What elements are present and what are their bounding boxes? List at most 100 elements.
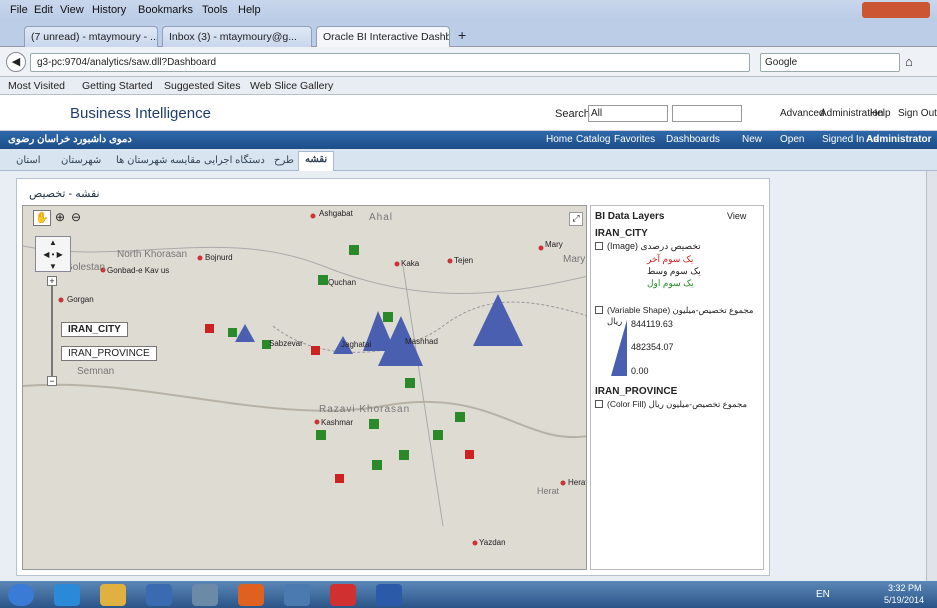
clock-date: 5/19/2014 <box>884 595 925 605</box>
window-controls[interactable] <box>862 2 930 18</box>
fill-layer-checkbox[interactable] <box>595 400 603 408</box>
layers-title: BI Data Layers <box>595 211 665 222</box>
place-label: Ashgabat <box>319 209 353 218</box>
tab-oracle-bi[interactable]: Oracle BI Interactive Dashboard... <box>316 26 450 47</box>
place-label: North Khorasan <box>117 249 188 260</box>
search-scope-select[interactable]: All <box>588 105 668 122</box>
explorer-icon[interactable] <box>100 584 126 606</box>
url-input[interactable]: g3-pc:9704/analytics/saw.dll?Dashboard <box>30 53 750 72</box>
shape-legend-triangle <box>611 320 627 376</box>
city-zoom-level[interactable]: IRAN_CITY <box>61 322 128 337</box>
user-name[interactable]: Administrator <box>866 134 932 145</box>
place-label: Mary <box>563 254 586 265</box>
zoom-out-icon[interactable]: ⊖ <box>71 210 81 224</box>
dashboard-title: دموی داشبورد خراسان رضوی <box>8 134 132 145</box>
nav-catalog[interactable]: Catalog <box>576 134 610 145</box>
zoom-slider-track[interactable] <box>51 286 53 376</box>
brand-title: Business Intelligence <box>70 105 211 122</box>
nav-home[interactable]: Home <box>546 134 573 145</box>
zoom-minus-button[interactable]: − <box>47 376 57 386</box>
start-icon[interactable] <box>8 584 34 606</box>
place-label: Mary <box>545 240 563 249</box>
tab-city[interactable]: شهرستان <box>55 153 107 168</box>
word-icon[interactable] <box>376 584 402 606</box>
city-layer-title: IRAN_CITY <box>595 228 648 239</box>
menu-edit[interactable]: Edit <box>34 4 53 16</box>
data-layers-panel: BI Data Layers View IRAN_CITY (Image) تخ… <box>590 205 764 570</box>
place-label: Jaghatai <box>341 340 372 349</box>
menu-bar: File Edit View History Bookmarks Tools H… <box>0 0 937 22</box>
menu-help[interactable]: Help <box>238 4 261 16</box>
value-max: 844119.63 <box>631 319 673 329</box>
place-label: Yazdan <box>479 538 506 547</box>
menu-bookmarks[interactable]: Bookmarks <box>138 4 193 16</box>
bookmark-web-slice[interactable]: Web Slice Gallery <box>250 80 333 92</box>
pan-control[interactable]: ▲ ◀ • ▶ ▼ <box>35 236 71 272</box>
zoom-in-icon[interactable]: ⊕ <box>55 210 65 224</box>
nav-new[interactable]: New <box>742 134 762 145</box>
link-advanced[interactable]: Advanced <box>780 108 824 119</box>
new-tab-button[interactable]: + <box>458 27 466 43</box>
language-indicator[interactable]: EN <box>816 589 830 600</box>
province-zoom-level[interactable]: IRAN_PROVINCE <box>61 346 157 361</box>
fill-layer-label: (Color Fill) مجموع تخصیص-میلیون ریال <box>607 399 748 409</box>
media-icon[interactable] <box>146 584 172 606</box>
tab-agency[interactable]: دستگاه اجرایی <box>198 153 271 168</box>
collapse-icon[interactable]: ⤢ <box>569 212 583 226</box>
legend-last-third: یک سوم آخر <box>647 254 694 264</box>
bookmark-getting-started[interactable]: Getting Started <box>82 80 153 92</box>
tab-province[interactable]: استان <box>10 153 47 168</box>
place-label: Sabzevar <box>269 339 303 348</box>
tab-map[interactable]: نقشه <box>298 151 335 171</box>
shape-layer-checkbox[interactable] <box>595 306 603 314</box>
place-label: Herat <box>537 486 560 496</box>
web-search-input[interactable]: Google <box>760 53 900 72</box>
tab-compare-cities[interactable]: مقایسه شهرستان ها <box>110 153 207 168</box>
tab-strip: (7 unread) - mtaymoury - ... Inbox (3) -… <box>0 22 937 47</box>
menu-file[interactable]: File <box>10 4 28 16</box>
nav-open[interactable]: Open <box>780 134 804 145</box>
nav-dashboards[interactable]: Dashboards <box>666 134 720 145</box>
page-scrollbar[interactable] <box>926 171 937 581</box>
network-icon[interactable] <box>284 584 310 606</box>
place-label: Ahal <box>369 212 394 223</box>
ie-icon[interactable] <box>54 584 80 606</box>
place-label: Herat <box>568 478 587 487</box>
bi-header: Business Intelligence Search All Advance… <box>0 95 937 131</box>
link-help[interactable]: Help <box>870 108 891 119</box>
map-canvas <box>23 206 586 569</box>
opera-icon[interactable] <box>330 584 356 606</box>
bookmark-most-visited[interactable]: Most Visited <box>8 80 65 92</box>
back-icon[interactable]: ◀ <box>6 52 26 72</box>
bookmark-suggested-sites[interactable]: Suggested Sites <box>164 80 240 92</box>
image-layer-label: (Image) تخصیص درصدی <box>607 241 701 251</box>
place-label: Gorgan <box>67 295 94 304</box>
nav-favorites[interactable]: Favorites <box>614 134 655 145</box>
pan-hand-icon[interactable]: ✋ <box>33 210 51 226</box>
home-icon[interactable]: ⌂ <box>905 54 913 69</box>
menu-view[interactable]: View <box>60 4 84 16</box>
tab-label: (7 unread) - mtaymoury - ... <box>31 31 158 43</box>
zoom-plus-button[interactable]: + <box>47 276 57 286</box>
map-view[interactable]: Ashgabat Ahal Mary Mary Tejen North Khor… <box>22 205 587 570</box>
panel-title: نقشه - تخصیص <box>29 188 100 200</box>
menu-tools[interactable]: Tools <box>202 4 228 16</box>
menu-history[interactable]: History <box>92 4 126 16</box>
link-sign-out[interactable]: Sign Out <box>898 108 937 119</box>
firefox-icon[interactable] <box>238 584 264 606</box>
value-mid: 482354.07 <box>631 342 674 352</box>
dashboard-bar: دموی داشبورد خراسان رضوی Home Catalog Fa… <box>0 131 937 149</box>
image-layer-checkbox[interactable] <box>595 242 603 250</box>
tab-plan[interactable]: طرح <box>268 153 300 168</box>
place-label: Razavi Khorasan <box>319 404 411 415</box>
province-layer-title: IRAN_PROVINCE <box>595 386 678 397</box>
bi-search-input[interactable] <box>672 105 742 122</box>
app-icon[interactable] <box>192 584 218 606</box>
search-label: Search <box>555 108 590 120</box>
legend-first-third: یک سوم اول <box>647 278 694 288</box>
layers-view-menu[interactable]: View <box>727 211 746 221</box>
tab-unread[interactable]: (7 unread) - mtaymoury - ... <box>24 26 158 47</box>
place-label: Tejen <box>454 256 474 265</box>
clock-time: 3:32 PM <box>888 583 922 593</box>
tab-inbox[interactable]: Inbox (3) - mtaymoury@g... <box>162 26 312 47</box>
